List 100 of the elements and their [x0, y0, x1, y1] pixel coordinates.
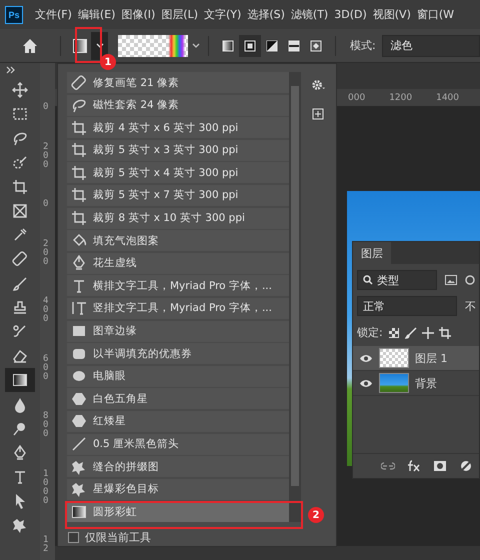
preset-item[interactable]: 竖排文字工具，Myriad Pro 字体，... [67, 298, 289, 319]
preset-item[interactable]: 裁剪 4 英寸 x 6 英寸 300 ppi [67, 117, 289, 138]
collapse-icon[interactable] [6, 66, 16, 74]
opacity-label: 不 [465, 298, 476, 314]
checkbox[interactable] [68, 532, 79, 544]
line-icon [71, 436, 87, 452]
stamp-icon[interactable] [12, 300, 28, 316]
eye-icon[interactable] [359, 354, 373, 362]
search-icon [363, 275, 373, 285]
preset-item[interactable]: 电脑眼 [67, 366, 289, 387]
image-filter-icon[interactable] [445, 275, 457, 285]
layer-thumbnail [379, 348, 409, 368]
menu-item[interactable]: 编辑(E) [76, 7, 118, 22]
brush-icon[interactable] [404, 326, 417, 338]
preset-item[interactable]: 裁剪 5 英寸 x 4 英寸 300 ppi [67, 162, 289, 184]
shape-icon [71, 458, 87, 475]
ruler-label: 1000 [43, 470, 48, 506]
lasso-icon[interactable] [12, 130, 28, 146]
preset-item[interactable]: 星爆彩色目标 [67, 478, 289, 500]
layer-name: 背景 [415, 376, 437, 390]
link-icon[interactable] [381, 460, 395, 472]
radial-gradient-button[interactable] [239, 34, 261, 56]
preset-item[interactable]: 横排文字工具，Myriad Pro 字体，... [67, 275, 289, 296]
crop-icon[interactable] [438, 326, 451, 338]
menu-item[interactable]: 3D(D) [332, 8, 369, 21]
preset-item[interactable]: 填充气泡图案 [67, 230, 289, 252]
move-icon[interactable] [12, 82, 28, 98]
ruler-label: 1200 [389, 92, 412, 102]
ruler-label: 1400 [436, 92, 459, 102]
ruler-label: 200 [43, 142, 48, 170]
reflected-gradient-icon[interactable] [288, 40, 300, 52]
menu-item[interactable]: 图层(L) [159, 7, 200, 22]
ruler-label: 600 [43, 354, 48, 382]
filter-dropdown[interactable]: 类型 [357, 270, 437, 290]
eye-icon[interactable] [359, 378, 373, 388]
gradient-icon[interactable] [12, 372, 28, 388]
menu-item[interactable]: 视图(V) [370, 7, 413, 22]
move-icon[interactable] [422, 326, 434, 338]
preset-item[interactable]: 裁剪 5 英寸 x 3 英寸 300 ppi [67, 140, 289, 161]
scrollbar[interactable] [289, 72, 301, 522]
quick-select-icon[interactable] [12, 154, 28, 171]
brush-icon[interactable] [12, 276, 28, 292]
menu-item[interactable]: 图像(I) [119, 7, 158, 22]
layer-row[interactable]: 图层 1 [353, 346, 479, 371]
preset-item[interactable]: 裁剪 8 英寸 x 10 英寸 300 ppi [67, 208, 289, 229]
menu-item[interactable]: 文字(Y) [202, 7, 244, 22]
menu-item[interactable]: 滤镜(T) [288, 7, 330, 22]
gradient-swatch[interactable] [118, 34, 188, 56]
adjustment-filter-icon[interactable] [465, 275, 475, 285]
preset-item[interactable]: 白色五角星 [67, 388, 289, 410]
preset-item[interactable]: 修复画笔 21 像素 [67, 72, 289, 93]
blend-mode-dropdown[interactable]: 正常 [357, 296, 457, 316]
vertical-type-icon [71, 300, 87, 316]
ruler-label: 0 [43, 200, 48, 209]
radial-gradient-icon[interactable] [244, 40, 256, 52]
preset-item[interactable]: 图章边缘 [67, 320, 289, 342]
pen-icon [71, 255, 87, 272]
diamond-gradient-icon[interactable] [310, 40, 322, 52]
layer-row[interactable]: 背景 [353, 371, 479, 396]
panel-tab[interactable]: 图层 [353, 242, 391, 264]
eraser-icon[interactable] [12, 348, 28, 364]
frame-icon[interactable] [12, 203, 28, 220]
scrollbar-thumb[interactable] [291, 86, 299, 486]
ruler-label: 400 [43, 297, 48, 324]
ruler-label: 0 [43, 103, 48, 112]
settings-icon[interactable] [311, 78, 325, 92]
mask-icon[interactable] [433, 460, 447, 472]
fx-icon[interactable] [407, 460, 421, 472]
crop-icon[interactable] [12, 178, 28, 195]
preset-item[interactable]: 以半调填充的优惠券 [67, 343, 289, 364]
ruler-label: 12 [43, 536, 48, 554]
crop-icon [71, 120, 87, 136]
checkbox-label: 仅限当前工具 [85, 530, 151, 546]
preset-item[interactable]: 圆形彩虹 [67, 501, 289, 522]
marquee-icon[interactable] [12, 106, 28, 122]
preset-item[interactable]: 0.5 厘米黑色箭头 [67, 434, 289, 454]
shape-icon[interactable] [12, 517, 28, 534]
gradient-tool-icon[interactable] [5, 368, 35, 392]
ruler-label: 200 [43, 240, 48, 266]
menu-item[interactable]: 选择(S) [245, 7, 287, 22]
linear-gradient-icon[interactable] [222, 40, 234, 52]
mode-dropdown[interactable]: 滤色 [382, 34, 480, 56]
preset-item[interactable]: 红矮星 [67, 410, 289, 432]
lock-label: 锁定: [357, 325, 383, 340]
preset-item[interactable]: 磁性套索 24 像素 [67, 94, 289, 116]
new-preset-icon[interactable] [312, 108, 324, 120]
type-icon[interactable] [12, 469, 28, 486]
caret-icon[interactable] [192, 42, 200, 48]
preset-item[interactable]: 裁剪 5 英寸 x 7 英寸 300 ppi [67, 184, 289, 206]
pen-icon[interactable] [12, 444, 28, 461]
preset-item[interactable]: 花生虚线 [67, 252, 289, 274]
menu-item[interactable]: 文件(F) [33, 7, 74, 22]
lasso-icon [71, 97, 87, 114]
menu-item[interactable]: 窗口(W [414, 7, 456, 22]
home-icon[interactable] [22, 38, 38, 54]
angle-gradient-icon[interactable] [266, 40, 278, 52]
caret-icon[interactable] [96, 42, 104, 48]
preset-item[interactable]: 缝合的拼缀图 [67, 456, 289, 478]
type-icon [71, 278, 87, 294]
adjustment-icon[interactable] [459, 460, 473, 472]
